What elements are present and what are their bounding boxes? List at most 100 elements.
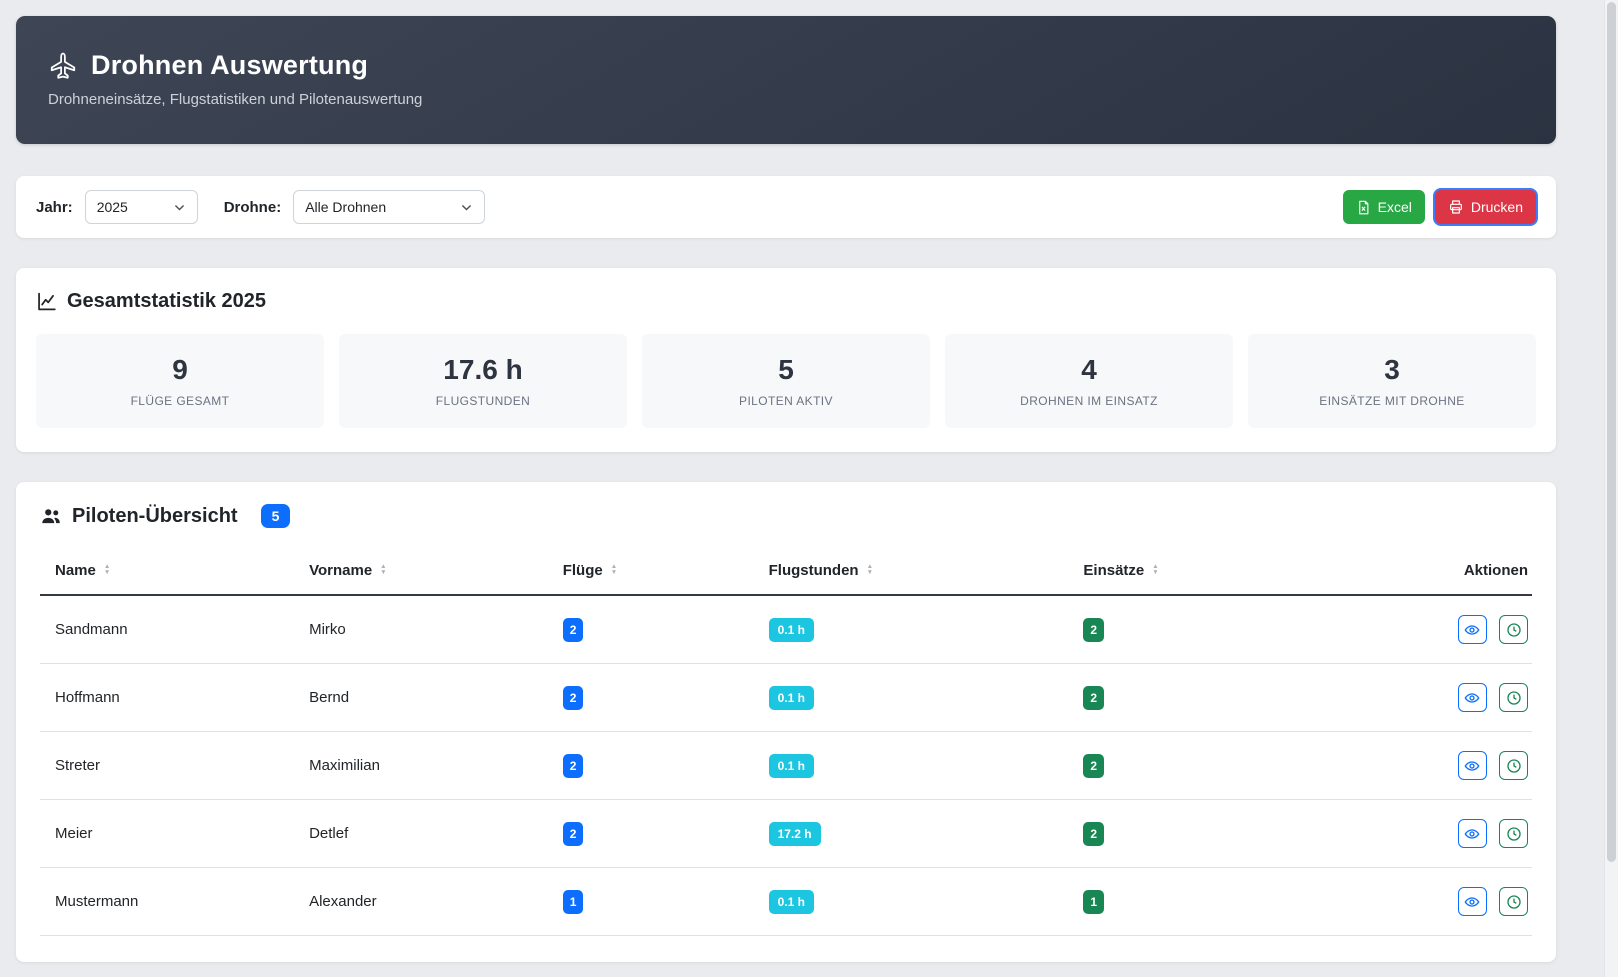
year-label: Jahr: <box>36 199 73 216</box>
stat-value: 3 <box>1384 354 1400 386</box>
einsaetze-badge: 2 <box>1083 822 1104 846</box>
col-header-name[interactable]: Name ▲▼ <box>40 548 301 595</box>
col-label: Flugstunden <box>769 562 859 579</box>
view-pilot-button[interactable] <box>1458 683 1487 712</box>
col-header-vorname[interactable]: Vorname ▲▼ <box>301 548 555 595</box>
flugstunden-badge: 0.1 h <box>769 618 814 642</box>
table-header-row: Name ▲▼ Vorname ▲▼ Flüge ▲▼ Flugstunden ▲▼ E… <box>40 548 1532 595</box>
page: Drohnen Auswertung Drohneneinsätze, Flug… <box>16 16 1556 962</box>
eye-icon <box>1464 826 1480 842</box>
col-label: Flüge <box>563 562 603 579</box>
pilots-table: Name ▲▼ Vorname ▲▼ Flüge ▲▼ Flugstunden ▲▼ E… <box>40 548 1532 936</box>
stat-label: FLUGSTUNDEN <box>436 394 530 408</box>
stat-card-einsaetze-mit-drohne: 3 EINSÄTZE MIT DROHNE <box>1248 334 1536 428</box>
page-subtitle: Drohneneinsätze, Flugstatistiken und Pil… <box>48 91 1524 108</box>
fluege-badge: 1 <box>563 890 584 914</box>
col-header-einsaetze[interactable]: Einsätze▲▼ <box>1075 548 1376 595</box>
excel-button-label: Excel <box>1378 199 1412 215</box>
stat-label: EINSÄTZE MIT DROHNE <box>1319 394 1464 408</box>
stat-card-drohnen-im-einsatz: 4 DROHNEN IM EINSATZ <box>945 334 1233 428</box>
einsaetze-badge: 2 <box>1083 754 1104 778</box>
flight-time-button[interactable] <box>1499 683 1528 712</box>
year-select[interactable]: 2025 <box>85 190 198 224</box>
view-pilot-button[interactable] <box>1458 887 1487 916</box>
col-label: Vorname <box>309 562 372 579</box>
sort-arrows-icon: ▲▼ <box>611 564 617 576</box>
pilot-name: Sandmann <box>40 595 301 664</box>
clock-icon <box>1506 690 1522 706</box>
col-label: Name <box>55 562 96 579</box>
eye-icon <box>1464 894 1480 910</box>
chevron-down-icon <box>173 200 186 214</box>
page-title: Drohnen Auswertung <box>91 50 368 81</box>
flugstunden-badge: 0.1 h <box>769 686 814 710</box>
fluege-badge: 2 <box>563 754 584 778</box>
file-excel-icon <box>1356 200 1371 215</box>
sort-arrows-icon: ▲▼ <box>1152 564 1158 576</box>
flight-time-button[interactable] <box>1499 887 1528 916</box>
col-header-aktionen: Aktionen <box>1377 548 1532 595</box>
line-chart-icon <box>36 291 57 312</box>
pilots-section: Piloten-Übersicht 5 Name▲▼ Vorname▲▼ Flü… <box>16 482 1556 962</box>
eye-icon <box>1464 690 1480 706</box>
stat-card-piloten-aktiv: 5 PILOTEN AKTIV <box>642 334 930 428</box>
col-label: Aktionen <box>1464 562 1528 579</box>
flugstunden-badge: 0.1 h <box>769 754 814 778</box>
flight-time-button[interactable] <box>1499 615 1528 644</box>
clock-icon <box>1506 894 1522 910</box>
pilot-vorname: Mirko <box>301 595 555 664</box>
stat-value: 17.6 h <box>443 354 522 386</box>
view-pilot-button[interactable] <box>1458 615 1487 644</box>
pilot-name: Mustermann <box>40 868 301 936</box>
sort-arrows-icon: ▲▼ <box>104 564 110 576</box>
table-row: Streter Maximilian 2 0.1 h 2 <box>40 732 1532 800</box>
sort-arrows-icon: ▲▼ <box>380 564 386 576</box>
drone-label: Drohne: <box>224 199 282 216</box>
flight-time-button[interactable] <box>1499 751 1528 780</box>
pilot-vorname: Detlef <box>301 800 555 868</box>
stat-value: 9 <box>172 354 188 386</box>
app-header: Drohnen Auswertung Drohneneinsätze, Flug… <box>16 16 1556 144</box>
print-button-label: Drucken <box>1471 199 1523 215</box>
einsaetze-badge: 2 <box>1083 618 1104 642</box>
einsaetze-badge: 1 <box>1083 890 1104 914</box>
fluege-badge: 2 <box>563 618 584 642</box>
scrollbar[interactable] <box>1604 0 1618 977</box>
stat-value: 4 <box>1081 354 1097 386</box>
flight-time-button[interactable] <box>1499 819 1528 848</box>
clock-icon <box>1506 758 1522 774</box>
einsaetze-badge: 2 <box>1083 686 1104 710</box>
flugstunden-badge: 0.1 h <box>769 890 814 914</box>
view-pilot-button[interactable] <box>1458 819 1487 848</box>
print-button[interactable]: Drucken <box>1435 190 1536 224</box>
plane-icon <box>48 51 78 81</box>
stat-card-flugstunden: 17.6 h FLUGSTUNDEN <box>339 334 627 428</box>
stat-value: 5 <box>778 354 794 386</box>
stat-card-fluege-gesamt: 9 FLÜGE GESAMT <box>36 334 324 428</box>
pilot-vorname: Alexander <box>301 868 555 936</box>
printer-icon <box>1448 199 1464 215</box>
stats-section: Gesamtstatistik 2025 9 FLÜGE GESAMT 17.6… <box>16 268 1556 452</box>
eye-icon <box>1464 758 1480 774</box>
chevron-down-icon <box>460 200 473 214</box>
pilot-name: Meier <box>40 800 301 868</box>
stat-label: DROHNEN IM EINSATZ <box>1020 394 1158 408</box>
table-row: Hoffmann Bernd 2 0.1 h 2 <box>40 664 1532 732</box>
col-header-flugstunden[interactable]: Flugstunden ▲▼ <box>761 548 1076 595</box>
pilot-vorname: Maximilian <box>301 732 555 800</box>
scrollbar-thumb[interactable] <box>1607 2 1616 862</box>
filter-bar: Jahr: 2025 Drohne: Alle Drohnen Excel <box>16 176 1556 238</box>
stat-label: FLÜGE GESAMT <box>131 394 230 408</box>
col-header-fluege[interactable]: Flüge ▲▼ <box>555 548 761 595</box>
year-select-value: 2025 <box>97 199 128 215</box>
pilot-vorname: Bernd <box>301 664 555 732</box>
view-pilot-button[interactable] <box>1458 751 1487 780</box>
users-icon <box>40 505 62 527</box>
table-row: Meier Detlef 2 17.2 h 2 <box>40 800 1532 868</box>
pilots-title: Piloten-Übersicht <box>72 505 238 528</box>
fluege-badge: 2 <box>563 686 584 710</box>
excel-button[interactable]: Excel <box>1343 190 1425 224</box>
fluege-badge: 2 <box>563 822 584 846</box>
drone-select[interactable]: Alle Drohnen <box>293 190 485 224</box>
sort-arrows-icon: ▲▼ <box>867 564 873 576</box>
